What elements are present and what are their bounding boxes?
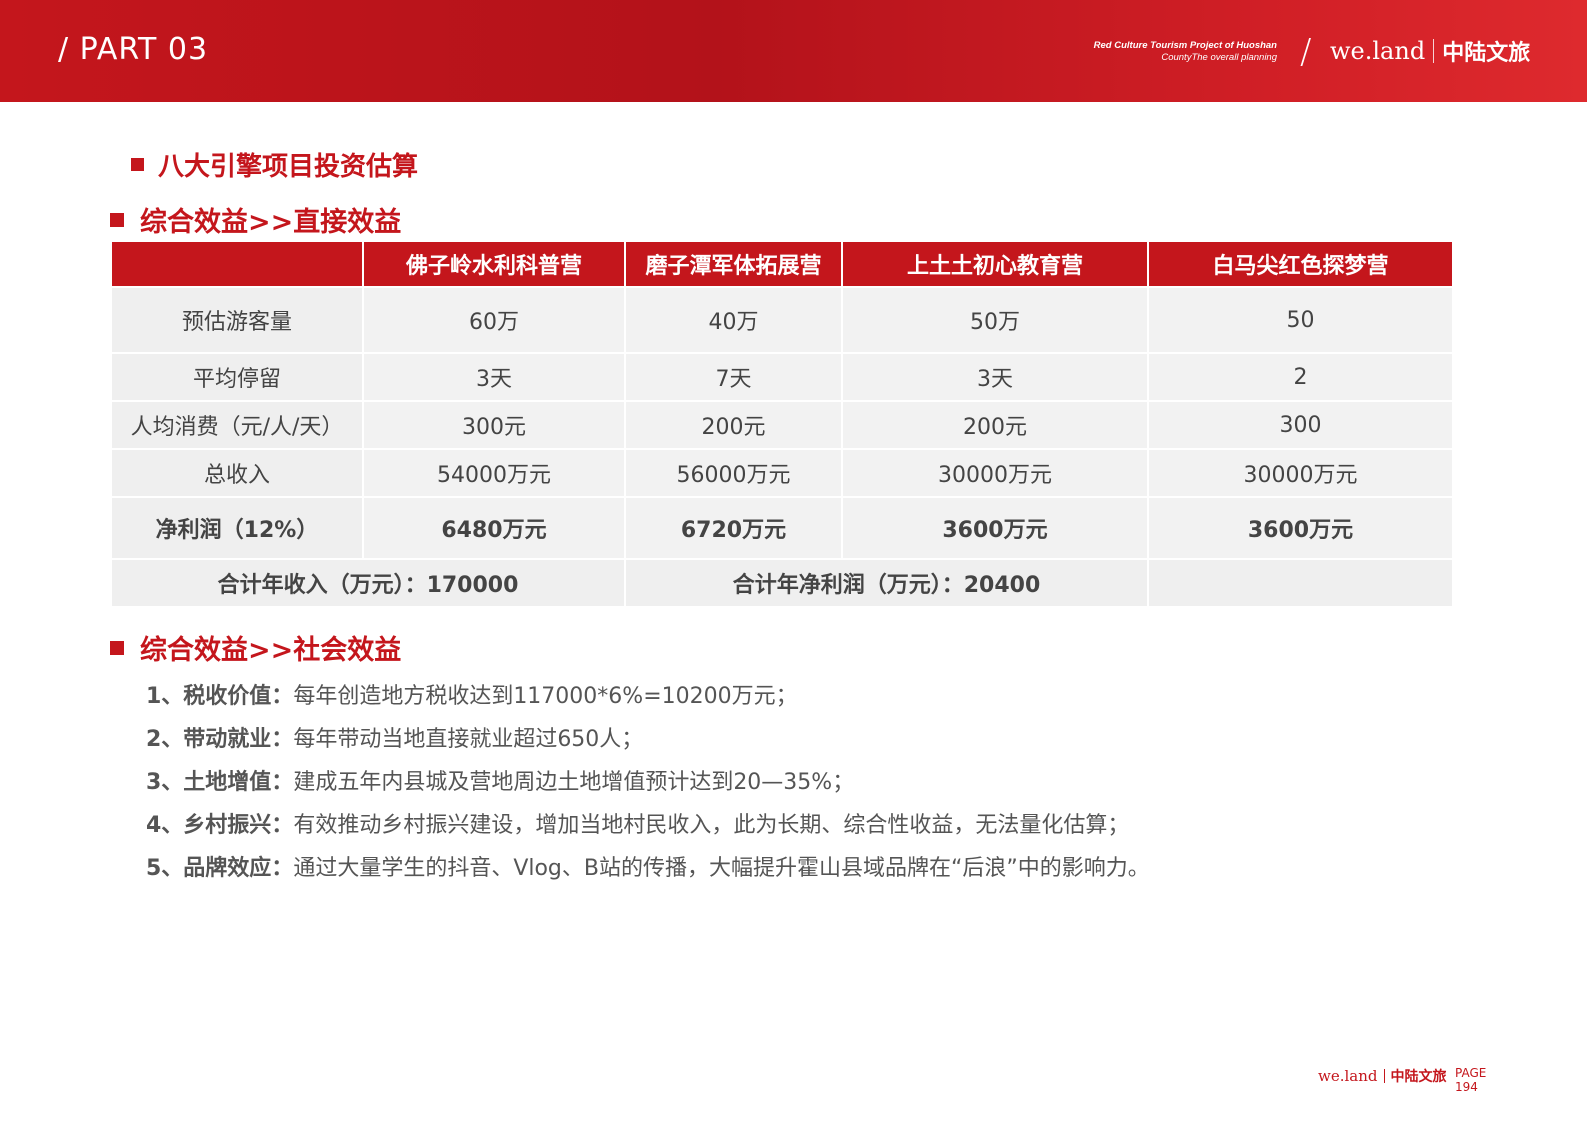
footer-logo: we.land 中陆文旅 bbox=[1318, 1066, 1447, 1086]
table-cell: 30000万元 bbox=[1147, 448, 1454, 498]
heading-main-text: 八大引擎项目投资估算 bbox=[158, 152, 419, 182]
heading-main: 八大引擎项目投资估算 bbox=[131, 146, 418, 183]
table-cell: 3600万元 bbox=[841, 496, 1149, 560]
project-title-line1: Red Culture Tourism Project of Huoshan bbox=[1093, 40, 1277, 51]
table-cell: 30000万元 bbox=[841, 448, 1149, 498]
heading-direct: 综合效益>>直接效益 bbox=[110, 200, 401, 239]
table-header-cell: 上土土初心教育营 bbox=[841, 240, 1149, 288]
list-item-key: 1、税收价值： bbox=[146, 683, 294, 709]
table-row: 预估游客量 60万 40万 50万 50 bbox=[110, 286, 1454, 354]
table-cell: 54000万元 bbox=[362, 448, 626, 498]
row-label: 总收入 bbox=[110, 448, 364, 498]
page-number: 194 bbox=[1455, 1080, 1478, 1094]
row-label: 平均停留 bbox=[110, 352, 364, 402]
header-logo-divider bbox=[1433, 39, 1435, 63]
project-title-line2: CountyThe overall planning bbox=[1161, 52, 1277, 63]
list-item: 1、税收价值： 每年创造地方税收达到117000*6%=10200万元； bbox=[146, 672, 1150, 715]
social-benefit-list: 1、税收价值： 每年创造地方税收达到117000*6%=10200万元； 2、带… bbox=[146, 672, 1150, 887]
benefit-table: 佛子岭水利科普营 磨子潭军体拓展营 上土土初心教育营 白马尖红色探梦营 预估游客… bbox=[110, 240, 1454, 608]
footer-logo-cn: 中陆文旅 bbox=[1390, 1069, 1447, 1085]
table-cell: 3天 bbox=[362, 352, 626, 402]
table-header-cell: 磨子潭军体拓展营 bbox=[624, 240, 843, 288]
table-cell: 2 bbox=[1147, 352, 1454, 402]
table-row: 总收入 54000万元 56000万元 30000万元 30000万元 bbox=[110, 448, 1454, 498]
table-cell: 6480万元 bbox=[362, 496, 626, 560]
list-item-text: 每年带动当地直接就业超过650人； bbox=[293, 726, 644, 752]
list-item-key: 3、土地增值： bbox=[146, 769, 294, 795]
list-item-text: 有效推动乡村振兴建设，增加当地村民收入，此为长期、综合性收益，无法量化估算； bbox=[293, 812, 1130, 838]
table-cell: 56000万元 bbox=[624, 448, 843, 498]
list-item-text: 每年创造地方税收达到117000*6%=10200万元； bbox=[293, 683, 798, 709]
table-cell: 50万 bbox=[841, 286, 1149, 354]
header-logo: we.land 中陆文旅 bbox=[1330, 35, 1530, 67]
row-label: 净利润（12%） bbox=[110, 496, 364, 560]
list-item-key: 5、品牌效应： bbox=[146, 855, 294, 881]
header-logo-cn: 中陆文旅 bbox=[1442, 41, 1531, 66]
table-cell: 60万 bbox=[362, 286, 626, 354]
page-label: PAGE bbox=[1455, 1066, 1487, 1080]
header-band: / PART 03 Red Culture Tourism Project of… bbox=[0, 0, 1587, 102]
table-cell: 200元 bbox=[624, 400, 843, 450]
heading-social-text: 综合效益>>社会效益 bbox=[140, 635, 402, 666]
square-bullet-icon bbox=[110, 212, 124, 227]
header-slash: / bbox=[1300, 32, 1312, 72]
header-logo-en: we.land bbox=[1330, 37, 1426, 65]
table-total-row: 合计年收入（万元）：170000 合计年净利润（万元）：20400 bbox=[110, 558, 1454, 608]
total-profit: 合计年净利润（万元）：20400 bbox=[624, 558, 1149, 608]
part-label: / PART 03 bbox=[58, 32, 209, 67]
row-label: 预估游客量 bbox=[110, 286, 364, 354]
table-header-cell bbox=[110, 240, 364, 288]
table-cell: 40万 bbox=[624, 286, 843, 354]
table-cell: 300元 bbox=[362, 400, 626, 450]
page-indicator: PAGE 194 bbox=[1455, 1066, 1486, 1094]
table-header-cell: 白马尖红色探梦营 bbox=[1147, 240, 1454, 288]
table-cell: 6720万元 bbox=[624, 496, 843, 560]
table-cell: 3600万元 bbox=[1147, 496, 1454, 560]
list-item: 3、土地增值： 建成五年内县城及营地周边土地增值预计达到20—35%； bbox=[146, 758, 1150, 801]
total-income: 合计年收入（万元）：170000 bbox=[110, 558, 626, 608]
list-item: 2、带动就业： 每年带动当地直接就业超过650人； bbox=[146, 715, 1150, 758]
table-header-row: 佛子岭水利科普营 磨子潭军体拓展营 上土土初心教育营 白马尖红色探梦营 bbox=[110, 240, 1454, 288]
table-cell: 3天 bbox=[841, 352, 1149, 402]
square-bullet-icon bbox=[131, 158, 144, 171]
table-cell: 50 bbox=[1147, 286, 1454, 354]
heading-direct-text: 综合效益>>直接效益 bbox=[140, 207, 402, 238]
project-title: Red Culture Tourism Project of Huoshan C… bbox=[1037, 40, 1277, 64]
list-item-text: 通过大量学生的抖音、Vlog、B站的传播，大幅提升霍山县域品牌在“后浪”中的影响… bbox=[293, 855, 1150, 881]
table-header-cell: 佛子岭水利科普营 bbox=[362, 240, 626, 288]
table-cell-empty bbox=[1147, 558, 1454, 608]
list-item-key: 2、带动就业： bbox=[146, 726, 294, 752]
table-row: 净利润（12%） 6480万元 6720万元 3600万元 3600万元 bbox=[110, 496, 1454, 560]
table-cell: 7天 bbox=[624, 352, 843, 402]
footer-logo-en: we.land bbox=[1318, 1067, 1378, 1085]
heading-social: 综合效益>>社会效益 bbox=[110, 628, 401, 667]
row-label: 人均消费（元/人/天） bbox=[110, 400, 364, 450]
list-item-text: 建成五年内县城及营地周边土地增值预计达到20—35%； bbox=[293, 769, 855, 795]
table-row: 平均停留 3天 7天 3天 2 bbox=[110, 352, 1454, 402]
list-item: 5、品牌效应： 通过大量学生的抖音、Vlog、B站的传播，大幅提升霍山县域品牌在… bbox=[146, 844, 1150, 887]
table-cell: 200元 bbox=[841, 400, 1149, 450]
list-item-key: 4、乡村振兴： bbox=[146, 812, 294, 838]
footer-logo-divider bbox=[1383, 1069, 1385, 1083]
table-cell: 300 bbox=[1147, 400, 1454, 450]
square-bullet-icon bbox=[110, 640, 124, 655]
list-item: 4、乡村振兴： 有效推动乡村振兴建设，增加当地村民收入，此为长期、综合性收益，无… bbox=[146, 801, 1150, 844]
table-row: 人均消费（元/人/天） 300元 200元 200元 300 bbox=[110, 400, 1454, 450]
